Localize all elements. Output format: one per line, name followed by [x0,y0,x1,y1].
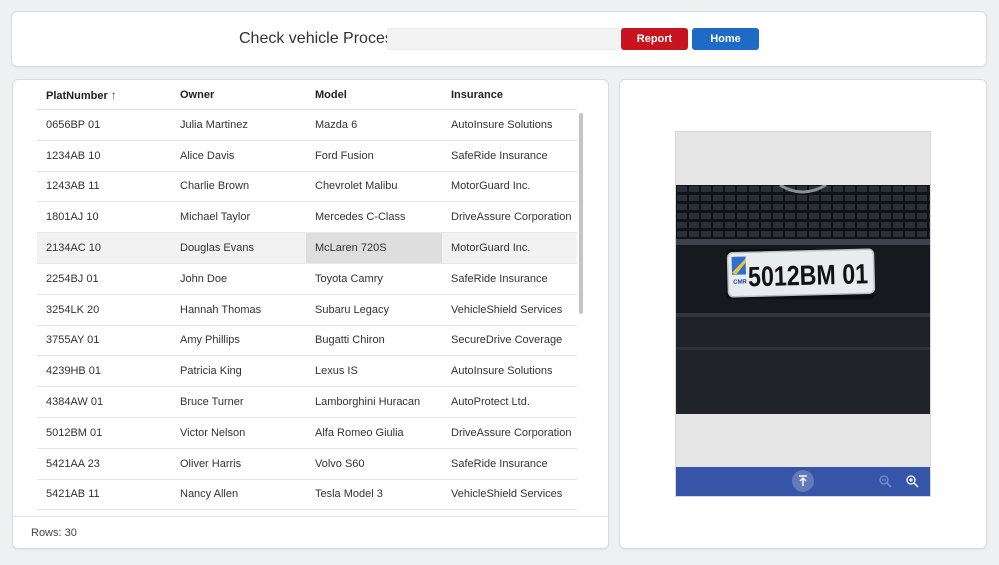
table-cell-owner[interactable]: Julia Martinez [171,110,306,140]
grid-body: 0656BP 01 Julia Martinez Mazda 6 AutoInsure… [37,110,577,511]
table-row[interactable]: 3254LK 20 Hannah Thomas Subaru Legacy Vehic… [37,295,577,326]
table-cell-model[interactable]: Tesla Model 3 [306,480,442,510]
table-cell-owner[interactable]: Oliver Harris [171,449,306,479]
table-cell-owner[interactable]: Alice Davis [171,141,306,171]
table-cell-insurance[interactable]: SecureDrive Coverage [442,326,577,356]
column-header-platnumber[interactable]: PlatNumber ↑ [37,88,171,102]
table-cell-owner[interactable]: Nancy Allen [171,480,306,510]
column-header-owner[interactable]: Owner [171,89,306,101]
vehicle-plate-photo: CMR 5012BM 01 [676,185,930,414]
table-cell-platnumber[interactable]: 2134AC 10 [37,233,171,263]
zoom-in-button[interactable] [901,470,923,492]
table-cell-model[interactable]: Mazda 6 [306,110,442,140]
table-cell-insurance[interactable]: SafeRide Insurance [442,449,577,479]
plate-badge: CMR [733,279,747,285]
header-bar: Check vehicle Process Report Home [11,11,987,67]
table-row[interactable]: 1801AJ 10 Michael Taylor Mercedes C-Class D… [37,202,577,234]
vehicle-grid: PlatNumber ↑ Owner Model Insurance 0656BP… [37,80,577,511]
zoom-out-icon [879,475,892,488]
scroll-top-button[interactable] [792,470,814,492]
table-cell-insurance[interactable]: VehicleShield Services [442,295,577,325]
table-cell-owner[interactable]: Charlie Brown [171,172,306,202]
scroll-top-icon [799,475,807,486]
table-cell-owner[interactable]: Amy Phillips [171,326,306,356]
table-cell-insurance[interactable]: AutoInsure Solutions [442,356,577,386]
viewer-toolbar [676,467,930,496]
table-cell-insurance[interactable]: SafeRide Insurance [442,141,577,171]
image-viewer: CMR 5012BM 01 [675,131,931,497]
table-cell-owner[interactable]: Hannah Thomas [171,295,306,325]
table-row[interactable]: 3755AY 01 Amy Phillips Bugatti Chiron Secur… [37,326,577,357]
table-row[interactable]: 1234AB 10 Alice Davis Ford Fusion SafeRide … [37,141,577,172]
table-row[interactable]: 1243AB 11 Charlie Brown Chevrolet Malibu Mo… [37,172,577,203]
table-row[interactable]: 2134AC 10 Douglas Evans McLaren 720S MotorG… [37,233,577,264]
table-cell-platnumber[interactable]: 5421AA 23 [37,449,171,479]
table-cell-insurance[interactable]: SafeRide Insurance [442,264,577,294]
table-cell-owner[interactable]: Douglas Evans [171,233,306,263]
table-cell-insurance[interactable]: VehicleShield Services [442,480,577,510]
table-cell-model[interactable]: Ford Fusion [306,141,442,171]
grid-header: PlatNumber ↑ Owner Model Insurance [37,80,577,110]
table-cell-owner[interactable]: Victor Nelson [171,418,306,448]
table-row[interactable]: 5421AB 11 Nancy Allen Tesla Model 3 Vehicle… [37,480,577,511]
table-cell-model[interactable]: Chevrolet Malibu [306,172,442,202]
plate-search-input[interactable] [387,28,619,50]
table-row[interactable]: 5012BM 01 Victor Nelson Alfa Romeo Giulia D… [37,418,577,449]
table-cell-model[interactable]: Volvo S60 [306,449,442,479]
vertical-scrollbar[interactable] [579,113,583,314]
table-cell-platnumber[interactable]: 0656BP 01 [37,110,171,140]
table-cell-owner[interactable]: Michael Taylor [171,202,306,232]
column-header-insurance[interactable]: Insurance [442,89,577,101]
column-header-model[interactable]: Model [306,89,442,101]
table-cell-model[interactable]: Mercedes C-Class [306,202,442,232]
table-row[interactable]: 4239HB 01 Patricia King Lexus IS AutoInsure… [37,356,577,388]
table-cell-model[interactable]: Lamborghini Huracan [306,387,442,417]
table-cell-insurance[interactable]: DriveAssure Corporation [442,202,577,232]
table-cell-owner[interactable]: Patricia King [171,356,306,386]
row-count-footer: Rows: 30 [13,516,608,548]
table-cell-insurance[interactable]: AutoProtect Ltd. [442,387,577,417]
table-cell-model[interactable]: Subaru Legacy [306,295,442,325]
table-cell-owner[interactable]: John Doe [171,264,306,294]
table-row[interactable]: 0656BP 01 Julia Martinez Mazda 6 AutoInsure… [37,110,577,141]
page-title: Check vehicle Process [239,30,401,47]
table-cell-insurance[interactable]: DriveAssure Corporation [442,418,577,448]
table-cell-platnumber[interactable]: 1243AB 11 [37,172,171,202]
sort-ascending-icon: ↑ [110,87,117,102]
vehicle-table-panel: PlatNumber ↑ Owner Model Insurance 0656BP… [12,79,609,549]
table-row[interactable]: 4384AW 01 Bruce Turner Lamborghini Huracan… [37,387,577,418]
home-button[interactable]: Home [692,28,759,50]
zoom-out-button[interactable] [874,470,896,492]
table-cell-platnumber[interactable]: 4384AW 01 [37,387,171,417]
zoom-in-icon [906,475,919,488]
table-row[interactable]: 5421AA 23 Oliver Harris Volvo S60 SafeRide … [37,449,577,480]
table-cell-platnumber[interactable]: 3755AY 01 [37,326,171,356]
table-cell-model[interactable]: McLaren 720S [306,233,442,263]
table-cell-platnumber[interactable]: 2254BJ 01 [37,264,171,294]
plate-text: 5012BM 01 [748,258,869,292]
table-cell-platnumber[interactable]: 4239HB 01 [37,356,171,386]
table-row[interactable]: 2254BJ 01 John Doe Toyota Camry SafeRide In… [37,264,577,295]
table-cell-model[interactable]: Bugatti Chiron [306,326,442,356]
table-cell-platnumber[interactable]: 3254LK 20 [37,295,171,325]
table-cell-model[interactable]: Lexus IS [306,356,442,386]
table-cell-insurance[interactable]: AutoInsure Solutions [442,110,577,140]
table-cell-platnumber[interactable]: 1801AJ 10 [37,202,171,232]
table-cell-platnumber[interactable]: 5421AB 11 [37,480,171,510]
table-cell-insurance[interactable]: MotorGuard Inc. [442,233,577,263]
plate-image-panel: CMR 5012BM 01 [619,79,987,549]
table-cell-model[interactable]: Alfa Romeo Giulia [306,418,442,448]
table-cell-model[interactable]: Toyota Camry [306,264,442,294]
table-cell-platnumber[interactable]: 1234AB 10 [37,141,171,171]
report-button[interactable]: Report [621,28,688,50]
table-cell-insurance[interactable]: MotorGuard Inc. [442,172,577,202]
table-cell-owner[interactable]: Bruce Turner [171,387,306,417]
table-cell-platnumber[interactable]: 5012BM 01 [37,418,171,448]
